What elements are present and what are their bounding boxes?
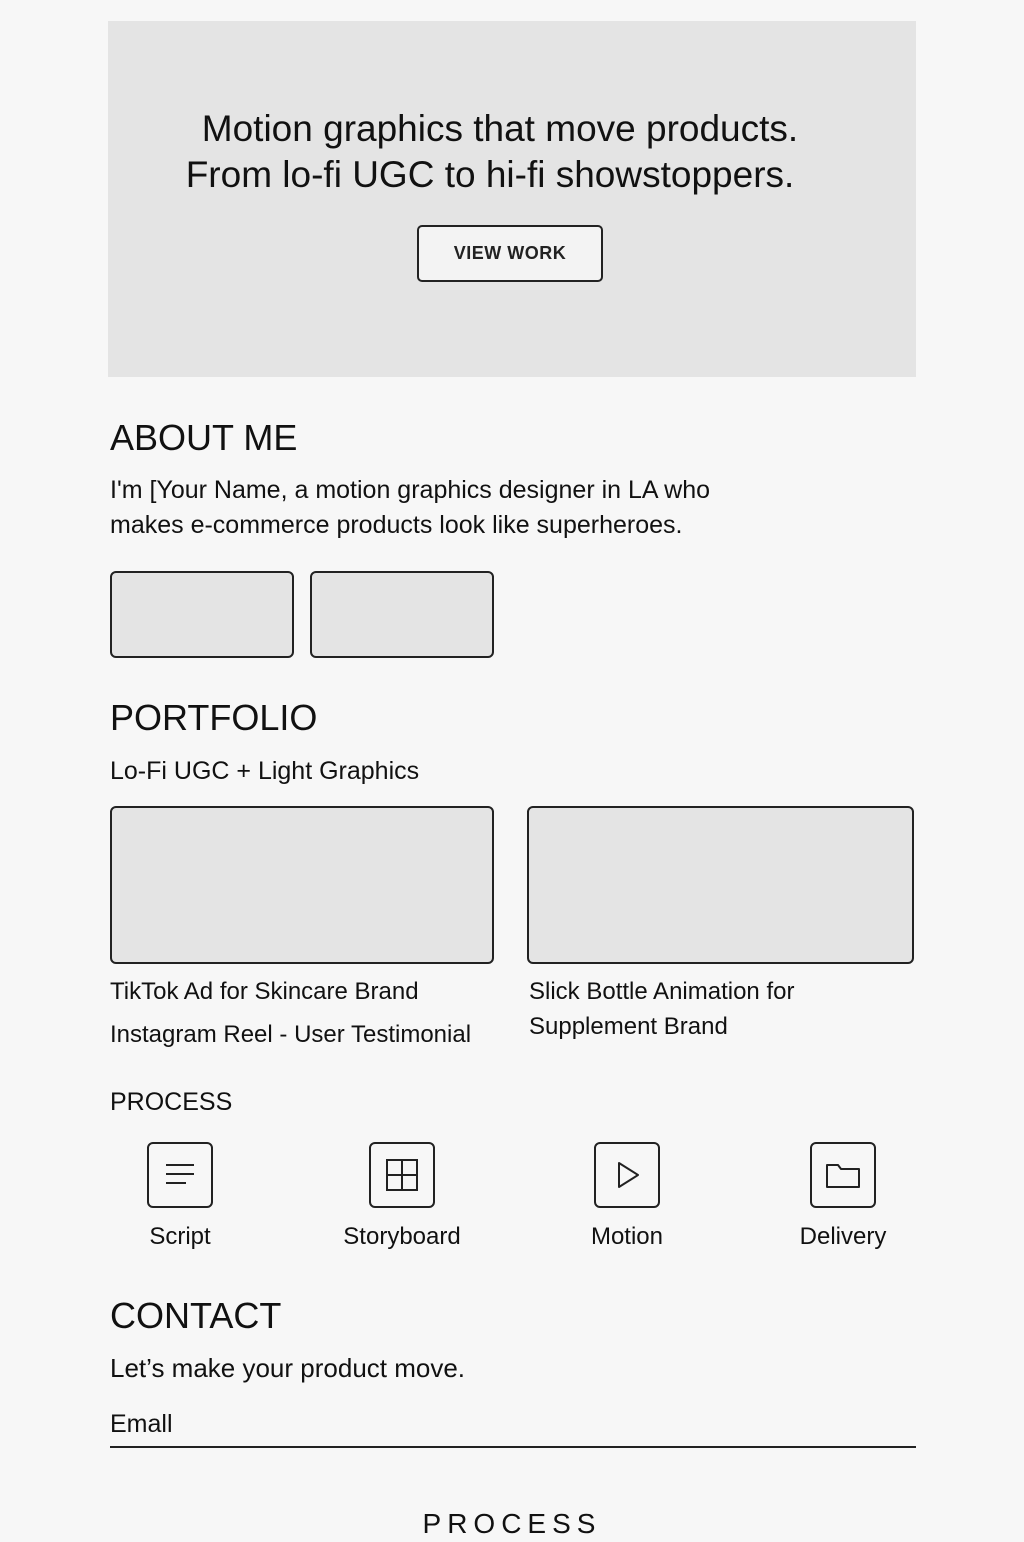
- about-text-line2: makes e-commerce products look like supe…: [110, 511, 683, 539]
- script-icon: [147, 1142, 213, 1208]
- about-text-line1: I'm [Your Name, a motion graphics design…: [110, 476, 710, 504]
- about-image-placeholder-2: [310, 571, 494, 658]
- portfolio-caption-3-line2[interactable]: Supplement Brand: [529, 1010, 728, 1044]
- portfolio-video-thumbnail-1[interactable]: [110, 806, 494, 964]
- play-icon: [594, 1142, 660, 1208]
- process-step-delivery: Delivery: [763, 1142, 923, 1252]
- portfolio-subheading: Lo-Fi UGC + Light Graphics: [110, 757, 420, 785]
- portfolio-heading: PORTFOLIO: [110, 697, 318, 738]
- process-step-label: Motion: [590, 1223, 664, 1250]
- storyboard-icon: [369, 1142, 435, 1208]
- portfolio-video-thumbnail-2[interactable]: [527, 806, 914, 964]
- portfolio-caption-1[interactable]: TikTok Ad for Skincare Brand: [110, 975, 419, 1009]
- email-field[interactable]: [110, 1402, 916, 1448]
- portfolio-caption-3-line1[interactable]: Slick Bottle Animation for: [529, 975, 794, 1009]
- process-step-label: Storyboard: [343, 1223, 461, 1250]
- process-step-script: Script: [100, 1142, 260, 1252]
- process-step-motion: Motion: [547, 1142, 707, 1252]
- portfolio-caption-2[interactable]: Instagram Reel - User Testimonial: [110, 1018, 471, 1052]
- hero-headline-line1: Motion graphics that move products.: [201, 108, 799, 149]
- process-step-label: Delivery: [799, 1223, 887, 1250]
- process-heading: PROCESS: [110, 1088, 233, 1116]
- process-step-label: Script: [149, 1223, 211, 1250]
- contact-subheading: Let’s make your product move.: [110, 1353, 466, 1383]
- about-image-placeholder-1: [110, 571, 294, 658]
- contact-heading: CONTACT: [110, 1295, 282, 1336]
- about-text: I'm [Your Name, a motion graphics design…: [110, 473, 810, 543]
- footer-process-label: PROCESS: [422, 1508, 602, 1539]
- folder-icon: [810, 1142, 876, 1208]
- process-step-storyboard: Storyboard: [322, 1142, 482, 1252]
- hero-section: Motion graphics that move products. From…: [108, 21, 916, 377]
- view-work-button[interactable]: VIEW WORK: [417, 225, 603, 282]
- hero-headline-line2: From lo-fi UGC to hi-fi showstoppers.: [185, 154, 795, 195]
- about-heading: ABOUT ME: [110, 417, 298, 458]
